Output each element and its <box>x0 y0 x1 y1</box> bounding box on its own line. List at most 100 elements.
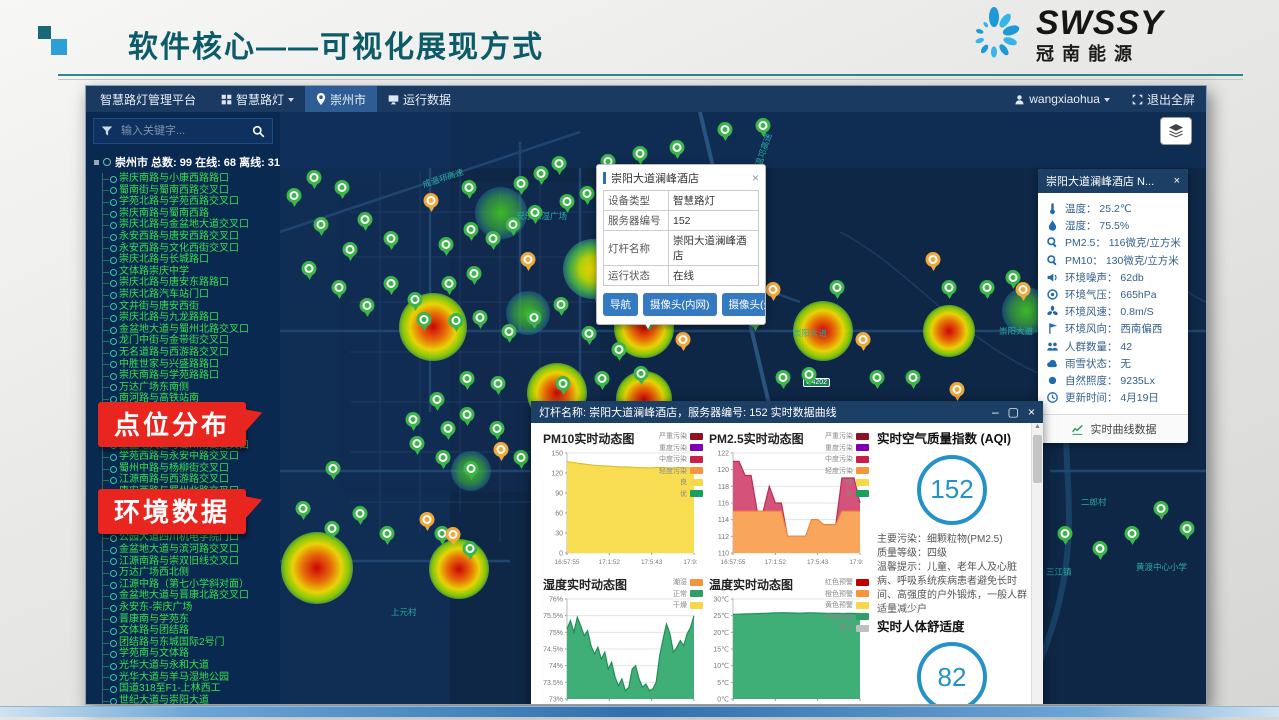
map-canvas[interactable]: 成温邛高速成温邛高速安乐保湿广场崇阳大道崇阳大道江源中路三江镇红桥村打铁村二郎村… <box>280 112 1206 704</box>
map-pin-online[interactable] <box>302 261 317 282</box>
sidebar-tree-item[interactable]: 江源南路与西游路交叉口 <box>102 474 280 486</box>
close-icon[interactable]: × <box>1028 405 1035 419</box>
map-pin-online[interactable] <box>464 461 479 482</box>
map-pin-online[interactable] <box>473 310 488 331</box>
map-pin-warning[interactable] <box>420 512 435 533</box>
map-pin-warning[interactable] <box>446 527 461 548</box>
map-pin-online[interactable] <box>776 370 791 391</box>
sidebar-tree-item[interactable]: 学苑南与文体路 <box>102 648 280 660</box>
map-pin-online[interactable] <box>1180 521 1195 542</box>
map-pin-warning[interactable] <box>521 252 536 273</box>
camera-external-button[interactable]: 摄像头(外网) <box>722 293 766 316</box>
map-pin-online[interactable] <box>527 310 542 331</box>
minimize-icon[interactable]: – <box>992 405 999 419</box>
map-pin-warning[interactable] <box>950 382 965 403</box>
sidebar-tree-item[interactable]: 晋康南与学苑东 <box>102 614 280 626</box>
map-pin-online[interactable] <box>582 326 597 347</box>
map-pin-online[interactable] <box>595 371 610 392</box>
sidebar-tree-item[interactable]: 世纪大道与崇阳大道 <box>102 695 280 704</box>
map-pin-warning[interactable] <box>926 252 941 273</box>
map-layer-button[interactable] <box>1160 117 1192 145</box>
sidebar-tree-item[interactable]: 文体路崇庆中学 <box>102 266 280 278</box>
map-pin-online[interactable] <box>353 506 368 527</box>
map-pin-online[interactable] <box>506 217 521 238</box>
map-pin-online[interactable] <box>417 312 432 333</box>
search-icon[interactable] <box>252 125 265 138</box>
sidebar-tree-item[interactable]: 国道318至F1-上林西工 <box>102 683 280 695</box>
map-pin-online[interactable] <box>560 194 575 215</box>
map-pin-online[interactable] <box>442 276 457 297</box>
close-icon[interactable]: × <box>752 171 759 185</box>
map-pin-warning[interactable] <box>766 282 781 303</box>
sidebar-tree-item[interactable]: 崇庆北路与九龙路路口 <box>102 312 280 324</box>
map-pin-online[interactable] <box>491 376 506 397</box>
map-pin-online[interactable] <box>326 461 341 482</box>
map-pin-online[interactable] <box>460 407 475 428</box>
map-pin-online[interactable] <box>612 342 627 363</box>
map-pin-online[interactable] <box>802 367 817 388</box>
sidebar-tree-item[interactable]: 万达广场西北侧 <box>102 567 280 579</box>
collapse-icon[interactable] <box>94 160 99 165</box>
sidebar-tree-item[interactable]: 崇庆北路与唐安东路路口 <box>102 277 280 289</box>
nav-item-smart-lamp[interactable]: 智慧路灯 <box>210 86 305 112</box>
map-pin-online[interactable] <box>906 370 921 391</box>
scrollbar-thumb[interactable] <box>1033 435 1042 483</box>
map-pin-online[interactable] <box>980 280 995 301</box>
tree-root[interactable]: 崇州市 总数: 99 在线: 68 离线: 31 <box>86 148 280 173</box>
search-input[interactable] <box>119 124 246 138</box>
realtime-curve-button[interactable]: 实时曲线数据 <box>1038 414 1188 443</box>
map-pin-online[interactable] <box>1125 526 1140 547</box>
map-pin-online[interactable] <box>556 376 571 397</box>
sidebar-tree-item[interactable]: 崇庆北路与金盆地大道交叉口 <box>102 219 280 231</box>
map-pin-warning[interactable] <box>494 442 509 463</box>
map-pin-online[interactable] <box>490 421 505 442</box>
map-pin-online[interactable] <box>580 186 595 207</box>
map-pin-online[interactable] <box>514 450 529 471</box>
map-pin-online[interactable] <box>296 501 311 522</box>
map-pin-online[interactable] <box>441 421 456 442</box>
map-pin-online[interactable] <box>343 242 358 263</box>
map-pin-online[interactable] <box>460 371 475 392</box>
map-pin-online[interactable] <box>514 176 529 197</box>
map-pin-online[interactable] <box>486 231 501 252</box>
sidebar-tree-item[interactable]: 崇庆南路与小康西路路口 <box>102 173 280 185</box>
sidebar-tree-item[interactable]: 崇庆南路与蜀南西路 <box>102 208 280 220</box>
map-pin-online[interactable] <box>1093 541 1108 562</box>
map-pin-online[interactable] <box>410 436 425 457</box>
map-pin-online[interactable] <box>408 292 423 313</box>
exit-fullscreen-button[interactable]: 退出全屏 <box>1121 86 1206 112</box>
map-pin-online[interactable] <box>670 140 685 161</box>
map-pin-online[interactable] <box>449 313 464 334</box>
map-pin-warning[interactable] <box>856 332 871 353</box>
sidebar-tree-item[interactable]: 公园大道四川机电学院门口 <box>102 532 280 544</box>
map-pin-online[interactable] <box>360 298 375 319</box>
map-pin-online[interactable] <box>552 156 567 177</box>
map-pin-online[interactable] <box>358 212 373 233</box>
user-menu[interactable]: wangxiaohua <box>1003 86 1121 112</box>
map-pin-online[interactable] <box>325 521 340 542</box>
sidebar-tree-item[interactable]: 文井街与唐安西街 <box>102 301 280 313</box>
map-pin-online[interactable] <box>756 118 771 139</box>
map-pin-online[interactable] <box>534 166 549 187</box>
sidebar-tree-item[interactable]: 学苑北路与学苑西路交叉口 <box>102 196 280 208</box>
map-pin-online[interactable] <box>462 180 477 201</box>
close-icon[interactable]: × <box>1174 175 1180 187</box>
map-pin-online[interactable] <box>287 188 302 209</box>
sidebar-tree-item[interactable]: 无名道路与西游路交叉口 <box>102 347 280 359</box>
nav-item-运行数据[interactable]: 运行数据 <box>377 86 462 112</box>
map-pin-online[interactable] <box>436 450 451 471</box>
map-pin-online[interactable] <box>467 266 482 287</box>
map-pin-online[interactable] <box>634 366 649 387</box>
navigate-button[interactable]: 导航 <box>603 293 638 316</box>
restore-icon[interactable]: ▢ <box>1008 405 1019 419</box>
sidebar-tree-item[interactable]: 金盆地大道与晋康北路交叉口 <box>102 590 280 602</box>
map-pin-warning[interactable] <box>1016 282 1031 303</box>
sidebar-tree-item[interactable]: 江源南路与崇双旧线交叉口 <box>102 556 280 568</box>
map-pin-online[interactable] <box>528 205 543 226</box>
sidebar-tree-item[interactable]: 永安西路与文化西街交叉口 <box>102 243 280 255</box>
sidebar-tree-item[interactable]: 江源中路（第七小学斜对面） <box>102 579 280 591</box>
map-pin-online[interactable] <box>430 392 445 413</box>
map-pin-online[interactable] <box>335 180 350 201</box>
map-pin-online[interactable] <box>463 541 478 562</box>
map-pin-online[interactable] <box>1058 526 1073 547</box>
